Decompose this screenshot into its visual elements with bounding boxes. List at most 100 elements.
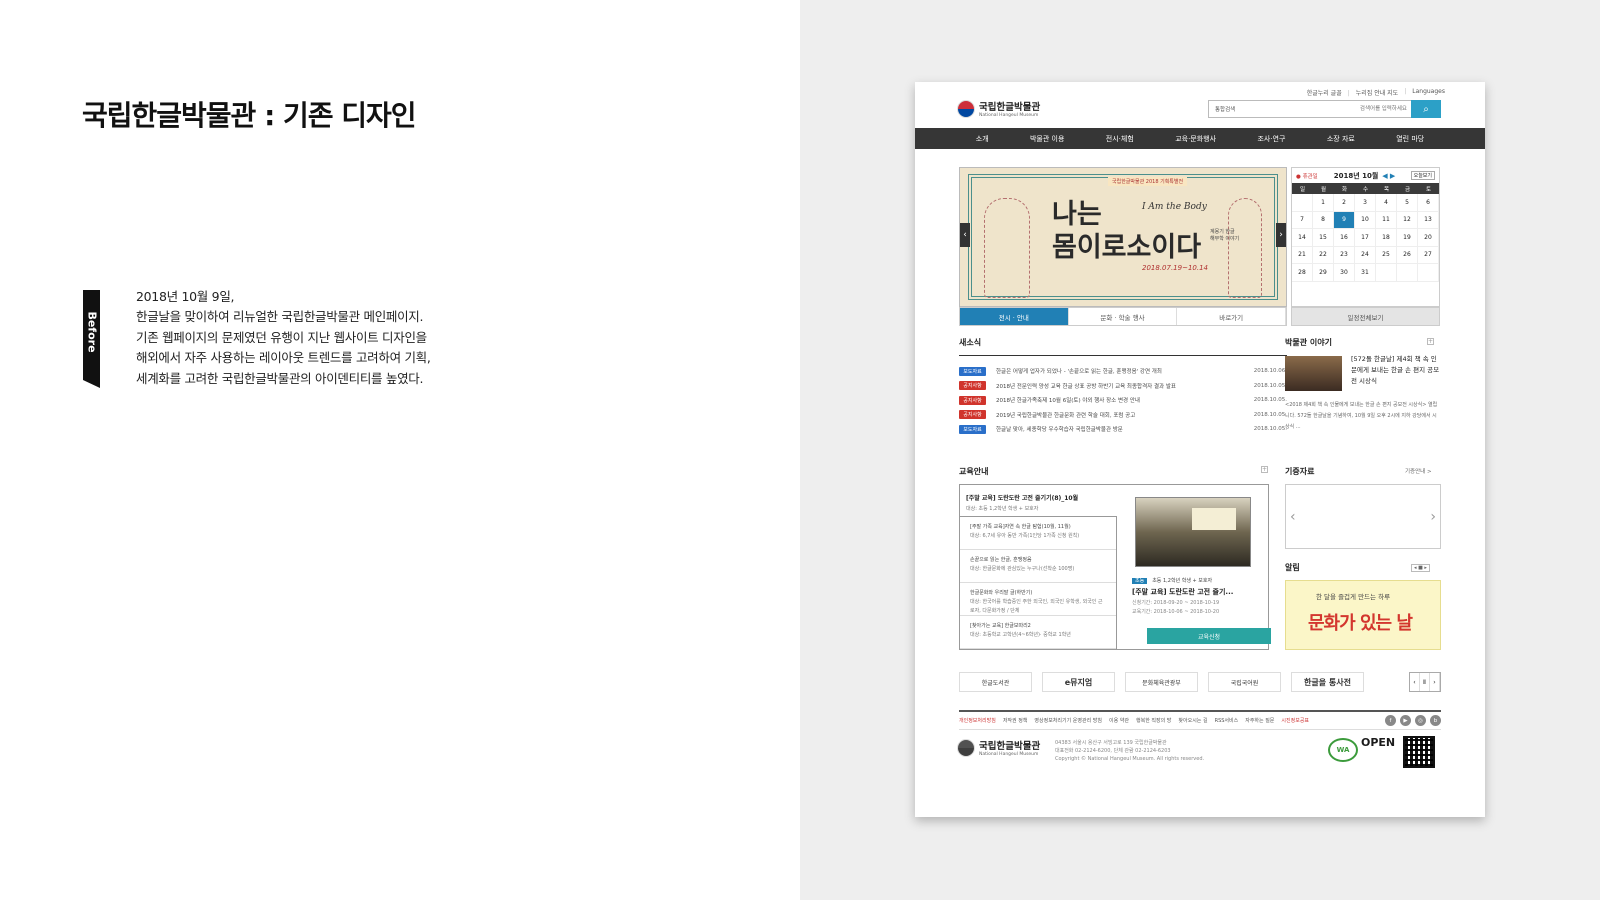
footer-link[interactable]: 영상정보처리기기 운영관리 방침 <box>1034 717 1102 724</box>
calendar-day[interactable]: 11 <box>1376 211 1397 229</box>
edu-more-icon[interactable]: + <box>1261 466 1268 473</box>
story-more-icon[interactable]: + <box>1427 338 1434 345</box>
calendar-day[interactable]: 31 <box>1355 264 1376 282</box>
news-row[interactable]: 공지사항 2018년 전문인력 양성 교육 한글 상표 공방 하반기 교육 최종합… <box>959 379 1287 394</box>
nav-item-exhibition[interactable]: 전시·체험 <box>1106 134 1134 144</box>
family-site-emuseum[interactable]: e뮤지엄 <box>1042 672 1115 692</box>
family-site-korean-institute[interactable]: 국립국어원 <box>1208 672 1281 692</box>
nav-item-about[interactable]: 소개 <box>976 134 989 144</box>
pause-icon[interactable]: Ⅱ <box>1420 673 1430 691</box>
news-row[interactable]: 공지사항 2019년 국립한글박물관 한글문화 관련 학술 대회, 포럼 공고 20… <box>959 408 1287 423</box>
footer-link[interactable]: 개인정보처리방침 <box>959 717 996 724</box>
nav-item-education[interactable]: 교육·문화행사 <box>1175 134 1216 144</box>
notice-banner[interactable]: 한 달을 즐겁게 만드는 하루 문화가 있는 날 <box>1285 580 1441 650</box>
calendar-day[interactable]: 14 <box>1292 229 1313 247</box>
calendar-day[interactable]: 4 <box>1376 194 1397 212</box>
tab-events[interactable]: 문화 · 학술 행사 <box>1069 308 1178 325</box>
calendar-day[interactable]: 9 <box>1334 211 1355 229</box>
edu-list-item[interactable]: [찾아가는 교육] 한글보따리2 대상: 초등학교 고학년(4~6학년)· 중학교… <box>960 616 1116 649</box>
calendar-day[interactable]: 21 <box>1292 246 1313 264</box>
banner-prev-button[interactable]: ‹ <box>960 223 970 247</box>
footer-link[interactable]: 행복한 직장의 방 <box>1136 717 1171 724</box>
exhibition-banner[interactable]: 국립한글박물관 2018 기획특별전 나는 몸이로소이다 I Am the Bo… <box>959 167 1287 307</box>
chevron-left-icon[interactable]: ‹ <box>1410 673 1420 691</box>
calendar-day[interactable]: 28 <box>1292 264 1313 282</box>
calendar-day[interactable]: 19 <box>1397 229 1418 247</box>
util-link-map[interactable]: 누리집 안내 지도 <box>1348 88 1398 97</box>
calendar-day[interactable]: 17 <box>1355 229 1376 247</box>
calendar-day[interactable]: 20 <box>1418 229 1439 247</box>
nav-item-community[interactable]: 열린 마당 <box>1396 134 1424 144</box>
edu-item-title: [주말 가족 교육]자연 속 한글 탐험(10월, 11월) <box>970 524 1071 530</box>
calendar-today-button[interactable]: 오늘보기 <box>1410 171 1435 180</box>
story-description: <2018 제4회 책 속 인물에게 보내는 한글 손 편지 공모전 시상식> … <box>1285 402 1438 430</box>
footer-link[interactable]: 찾아오시는 길 <box>1178 717 1207 724</box>
footer-link[interactable]: 시진정보공표 <box>1281 717 1309 724</box>
calendar-day[interactable]: 23 <box>1334 246 1355 264</box>
notice-title: 알림 <box>1285 563 1300 572</box>
search-button[interactable]: ⌕ <box>1411 100 1441 118</box>
site-logo[interactable]: 국립한글박물관 National Hangeul Museum <box>957 99 1040 118</box>
footer-link[interactable]: 자주하는 질문 <box>1245 717 1274 724</box>
calendar-day[interactable]: 10 <box>1355 211 1376 229</box>
util-link-font[interactable]: 한글누리 글꼴 <box>1307 88 1342 97</box>
calendar-day[interactable]: 3 <box>1355 194 1376 212</box>
footer-link[interactable]: 이용 약관 <box>1109 717 1129 724</box>
family-site-library[interactable]: 한글도서관 <box>959 672 1032 692</box>
calendar-day[interactable]: 12 <box>1397 211 1418 229</box>
news-title-text: 2018년 전문인력 양성 교육 한글 상표 공방 하반기 교육 최종합격자 결… <box>996 383 1176 390</box>
news-row[interactable]: 보도자료 한글은 어떻게 업자가 되었나 - '손끝으로 읽는 한글, 훈맹정음'… <box>959 364 1287 379</box>
tab-exhibition[interactable]: 전시 · 안내 <box>960 308 1069 325</box>
chevron-right-icon[interactable]: › <box>1430 673 1440 691</box>
calendar-day[interactable]: 18 <box>1376 229 1397 247</box>
news-row[interactable]: 공지사항 2018년 한글가족축제 10월 6일(토) 야외 행사 장소 변경 안… <box>959 393 1287 408</box>
search-scope-select[interactable]: 통합검색 <box>1209 105 1259 113</box>
youtube-icon[interactable]: ▶ <box>1400 715 1411 726</box>
nav-item-visit[interactable]: 박물관 이용 <box>1030 134 1064 144</box>
calendar-day[interactable]: 22 <box>1313 246 1334 264</box>
edu-feature[interactable]: [주말 교육] 도란도란 고전 즐기기(8)_10월 대상: 초등 1,2학년 … <box>966 493 1078 512</box>
calendar-day[interactable]: 29 <box>1313 264 1334 282</box>
calendar-day[interactable]: 25 <box>1376 246 1397 264</box>
calendar-day[interactable]: 5 <box>1397 194 1418 212</box>
calendar-day[interactable]: 8 <box>1313 211 1334 229</box>
util-link-languages[interactable]: Languages <box>1404 88 1445 97</box>
blog-icon[interactable]: b <box>1430 715 1441 726</box>
edu-list-item[interactable]: 한글문화와 우리말 글(하반기) 대상: 한국어를 학습중인 주한 외국인, 외국… <box>960 583 1116 616</box>
edu-list-item[interactable]: [주말 가족 교육]자연 속 한글 탐험(10월, 11월) 대상: 6,7세 유… <box>960 517 1116 550</box>
calendar-day[interactable]: 27 <box>1418 246 1439 264</box>
calendar-day[interactable]: 30 <box>1334 264 1355 282</box>
banner-next-button[interactable]: › <box>1276 223 1286 247</box>
calendar-nav-icons[interactable]: ◀ ▶ <box>1382 172 1395 180</box>
calendar-day[interactable]: 15 <box>1313 229 1334 247</box>
facebook-icon[interactable]: f <box>1385 715 1396 726</box>
story-headline[interactable]: [572돌 한글날] 제4회 책 속 인문에게 보내는 한글 손 편지 공모전 … <box>1351 354 1441 387</box>
donate-next-icon[interactable]: › <box>1430 509 1436 525</box>
donate-prev-icon[interactable]: ‹ <box>1290 509 1296 525</box>
edu-apply-button[interactable]: 교육신청 <box>1147 628 1271 644</box>
donate-more-link[interactable]: 기증안내 > <box>1405 467 1432 475</box>
calendar-day[interactable]: 1 <box>1313 194 1334 212</box>
instagram-icon[interactable]: ◎ <box>1415 715 1426 726</box>
calendar-day[interactable]: 26 <box>1397 246 1418 264</box>
tab-shortcuts[interactable]: 바로가기 <box>1177 308 1287 325</box>
calendar-day[interactable]: 6 <box>1418 194 1439 212</box>
footer-link[interactable]: RSS서비스 <box>1215 717 1239 724</box>
story-thumbnail[interactable] <box>1285 356 1342 391</box>
notice-nav-icons[interactable]: ◂ ■ ▸ <box>1411 564 1430 572</box>
calendar-day[interactable]: 2 <box>1334 194 1355 212</box>
edu-info-title[interactable]: [주말 교육] 도란도란 고전 즐기... <box>1132 586 1260 599</box>
news-row[interactable]: 보도자료 한글날 맞아, 세종학당 우수학습자 국립한글박물관 방문 2018.10… <box>959 422 1287 437</box>
calendar-day[interactable]: 16 <box>1334 229 1355 247</box>
calendar-day[interactable]: 13 <box>1418 211 1439 229</box>
calendar-all-button[interactable]: 일정전체보기 <box>1291 307 1440 326</box>
footer-link[interactable]: 저작권 정책 <box>1003 717 1028 724</box>
calendar-day[interactable]: 24 <box>1355 246 1376 264</box>
search-input[interactable] <box>1259 101 1411 117</box>
family-site-mcst[interactable]: 문화체육관광부 <box>1125 672 1198 692</box>
family-site-dictionary[interactable]: 한글을 통사전 <box>1291 672 1364 692</box>
edu-list-item[interactable]: 손끝으로 읽는 한글, 훈맹정음 대상: 한글문화에 관심있는 누구나(선착순 1… <box>960 550 1116 583</box>
nav-item-research[interactable]: 조사·연구 <box>1257 134 1285 144</box>
calendar-day[interactable]: 7 <box>1292 211 1313 229</box>
nav-item-collection[interactable]: 소장 자료 <box>1327 134 1355 144</box>
